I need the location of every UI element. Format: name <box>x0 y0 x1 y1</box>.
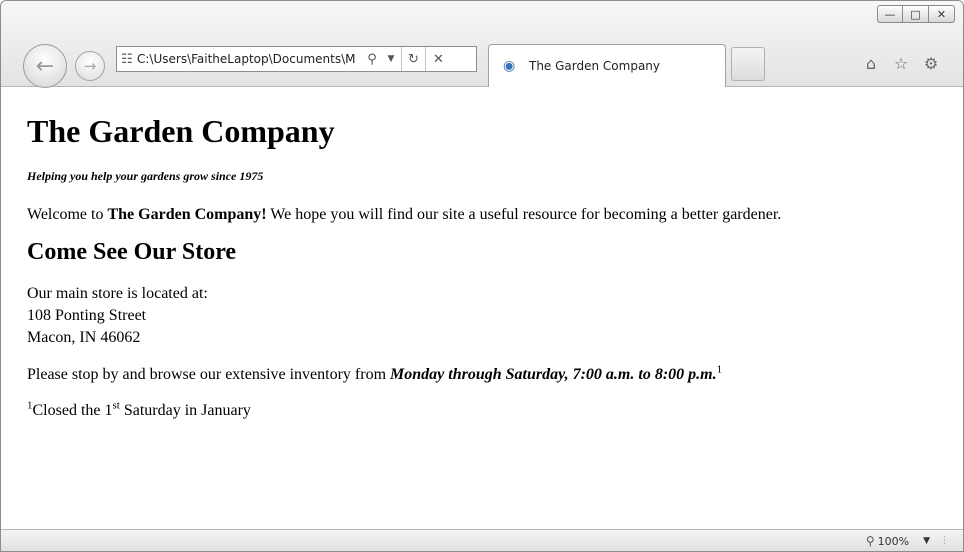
page-title: The Garden Company <box>27 113 335 149</box>
gear-icon[interactable]: ⚙ <box>921 53 941 73</box>
chevron-down-icon[interactable]: ▼ <box>381 47 401 71</box>
tab-active[interactable]: ◉ The Garden Company <box>488 44 726 87</box>
zoom-dropdown-icon[interactable]: ▼ <box>923 536 930 546</box>
page-icon: ☷ <box>121 51 133 67</box>
footnote-text-end: Saturday in January <box>119 402 251 419</box>
stop-icon: ✕ <box>433 51 444 67</box>
ie-logo-icon: ◉ <box>503 58 516 74</box>
address-bar[interactable]: ☷ C:\Users\FaitheLaptop\Documents\M ⚲ ▼ … <box>116 46 477 72</box>
search-icon[interactable]: ⚲ <box>363 47 381 71</box>
store-hours: Please stop by and browse our extensive … <box>27 363 963 385</box>
store-address: Our main store is located at: 108 Pontin… <box>27 283 963 349</box>
magnifier-icon: ⚲ <box>865 534 875 548</box>
footnote-text-start: Closed the 1 <box>32 402 113 419</box>
page-content: The Garden Company Helping you help your… <box>1 89 963 529</box>
address-intro: Our main store is located at: <box>27 285 208 302</box>
home-icon[interactable]: ⌂ <box>861 53 881 73</box>
zoom-control[interactable]: ⚲ 100% ▼ <box>866 534 930 548</box>
star-icon[interactable]: ☆ <box>891 53 911 73</box>
minimize-button[interactable]: — <box>877 5 903 23</box>
maximize-button[interactable]: □ <box>903 5 929 23</box>
status-bar: ⚲ 100% ▼ ⋮ <box>1 529 963 551</box>
welcome-text-start: Welcome to <box>27 206 108 223</box>
new-tab-button[interactable] <box>731 47 765 81</box>
welcome-text-end: We hope you will find our site a useful … <box>266 206 782 223</box>
hours-emphasis: Monday through Saturday, 7:00 a.m. to 8:… <box>390 366 717 383</box>
resize-grip[interactable]: ⋮ <box>940 536 949 546</box>
zoom-level: 100% <box>877 534 910 548</box>
browser-chrome: — □ ✕ ← → ☷ C:\Users\FaitheLaptop\Docume… <box>1 1 963 88</box>
close-button[interactable]: ✕ <box>929 5 955 23</box>
refresh-icon: ↻ <box>408 51 419 67</box>
footnote-ordinal: st <box>112 399 120 412</box>
welcome-company-name: The Garden Company! <box>107 206 267 223</box>
tagline: Helping you help your gardens grow since… <box>27 169 264 183</box>
hours-text: Please stop by and browse our extensive … <box>27 366 391 383</box>
tab-title: The Garden Company <box>529 59 661 73</box>
address-street: 108 Ponting Street <box>27 307 147 324</box>
forward-button[interactable]: → <box>75 51 105 81</box>
browser-window: — □ ✕ ← → ☷ C:\Users\FaitheLaptop\Docume… <box>0 0 964 552</box>
footnote-reference: 1 <box>716 363 723 376</box>
address-city: Macon, IN 46062 <box>27 329 141 346</box>
footnote: 1Closed the 1st Saturday in January <box>27 399 963 421</box>
back-button[interactable]: ← <box>23 44 67 88</box>
forward-arrow-icon: → <box>83 57 97 75</box>
refresh-button[interactable]: ↻ <box>401 47 425 71</box>
section-heading: Come See Our Store <box>27 239 237 265</box>
back-arrow-icon: ← <box>35 53 55 79</box>
welcome-paragraph: Welcome to The Garden Company! We hope y… <box>27 205 963 225</box>
stop-button[interactable]: ✕ <box>425 47 451 71</box>
window-controls: — □ ✕ <box>877 5 955 23</box>
address-url[interactable]: C:\Users\FaitheLaptop\Documents\M <box>137 52 363 66</box>
toolbar-icons: ⌂ ☆ ⚙ <box>861 53 941 73</box>
